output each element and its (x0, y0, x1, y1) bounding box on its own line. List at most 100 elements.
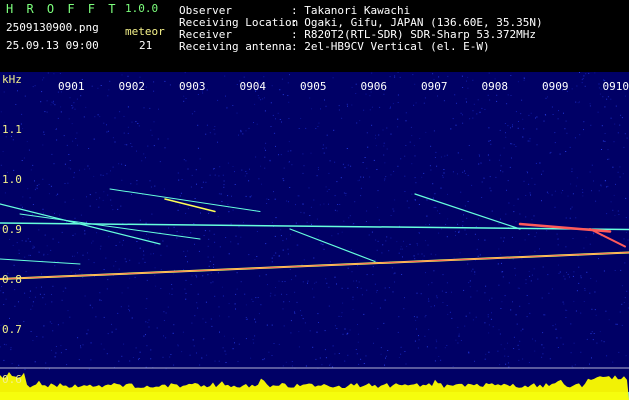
noise-speck (426, 199, 428, 201)
noise-speck (287, 95, 289, 96)
noise-speck (397, 126, 399, 128)
noise-speck (255, 321, 257, 323)
noise-speck (417, 253, 419, 255)
noise-speck (72, 255, 73, 257)
noise-speck (557, 244, 559, 246)
noise-speck (14, 305, 16, 307)
noise-speck (41, 273, 42, 275)
noise-speck (50, 185, 52, 187)
noise-speck (227, 195, 229, 197)
noise-speck (506, 189, 507, 191)
noise-speck (562, 190, 564, 191)
noise-speck (296, 301, 298, 303)
noise-speck (347, 164, 349, 166)
noise-speck (490, 190, 492, 192)
noise-speck (375, 239, 377, 241)
noise-speck (213, 233, 215, 235)
noise-speck (139, 247, 141, 249)
noise-speck (259, 275, 261, 277)
noise-speck (147, 322, 149, 324)
noise-speck (222, 295, 224, 297)
noise-speck (347, 105, 348, 107)
noise-speck (528, 270, 530, 272)
noise-speck (100, 85, 102, 86)
noise-speck (102, 174, 104, 176)
noise-speck (393, 170, 395, 172)
noise-speck (201, 357, 203, 359)
noise-speck (552, 114, 554, 115)
noise-speck (227, 203, 229, 205)
noise-speck (45, 362, 47, 364)
noise-speck (332, 345, 334, 347)
noise-speck (522, 358, 524, 360)
noise-speck (583, 121, 585, 123)
noise-speck (392, 291, 394, 293)
noise-speck (291, 164, 293, 166)
noise-speck (528, 362, 530, 363)
noise-speck (507, 94, 509, 96)
noise-speck (504, 295, 506, 297)
noise-speck (145, 222, 147, 224)
noise-speck (386, 127, 388, 129)
noise-speck (187, 208, 189, 210)
noise-speck (54, 356, 56, 358)
noise-speck (558, 272, 560, 274)
noise-speck (13, 264, 15, 266)
noise-speck (363, 109, 365, 111)
noise-speck (311, 108, 312, 110)
noise-speck (446, 236, 448, 238)
noise-speck (106, 288, 108, 290)
noise-speck (232, 348, 234, 350)
noise-speck (371, 72, 373, 74)
noise-speck (575, 310, 577, 312)
noise-speck (592, 231, 594, 233)
noise-speck (106, 353, 108, 355)
noise-speck (336, 181, 338, 183)
noise-speck (332, 366, 333, 368)
noise-speck (62, 290, 64, 292)
noise-speck (217, 216, 219, 218)
noise-speck (583, 75, 585, 77)
noise-speck (517, 287, 519, 289)
noise-speck (378, 219, 380, 221)
noise-speck (60, 106, 62, 108)
noise-speck (202, 275, 204, 277)
noise-speck (190, 186, 192, 188)
noise-speck (22, 206, 23, 208)
noise-speck (411, 193, 413, 195)
noise-speck (472, 319, 474, 321)
noise-speck (546, 230, 548, 232)
noise-speck (363, 176, 364, 178)
noise-speck (498, 329, 500, 331)
noise-speck (16, 242, 18, 244)
noise-speck (191, 174, 193, 176)
noise-speck (376, 169, 378, 170)
noise-speck (221, 201, 223, 202)
noise-speck (0, 290, 2, 292)
noise-speck (487, 314, 489, 316)
noise-speck (415, 319, 417, 321)
noise-speck (103, 348, 105, 350)
noise-speck (371, 124, 373, 126)
noise-speck (620, 269, 622, 271)
noise-speck (57, 261, 59, 262)
noise-speck (432, 197, 434, 199)
noise-speck (582, 191, 584, 193)
noise-speck (488, 127, 490, 129)
noise-speck (425, 315, 427, 316)
noise-speck (287, 150, 289, 152)
noise-speck (278, 255, 280, 257)
noise-speck (214, 360, 216, 362)
noise-speck (31, 213, 33, 215)
noise-speck (111, 323, 112, 325)
time-tick-label: 0902 (119, 80, 146, 93)
noise-speck (207, 274, 209, 276)
noise-speck (397, 72, 399, 73)
noise-speck (183, 100, 185, 102)
noise-speck (626, 290, 628, 292)
noise-speck (397, 102, 399, 103)
noise-speck (129, 277, 131, 279)
noise-speck (416, 243, 418, 245)
noise-speck (468, 145, 470, 146)
noise-speck (519, 213, 521, 215)
